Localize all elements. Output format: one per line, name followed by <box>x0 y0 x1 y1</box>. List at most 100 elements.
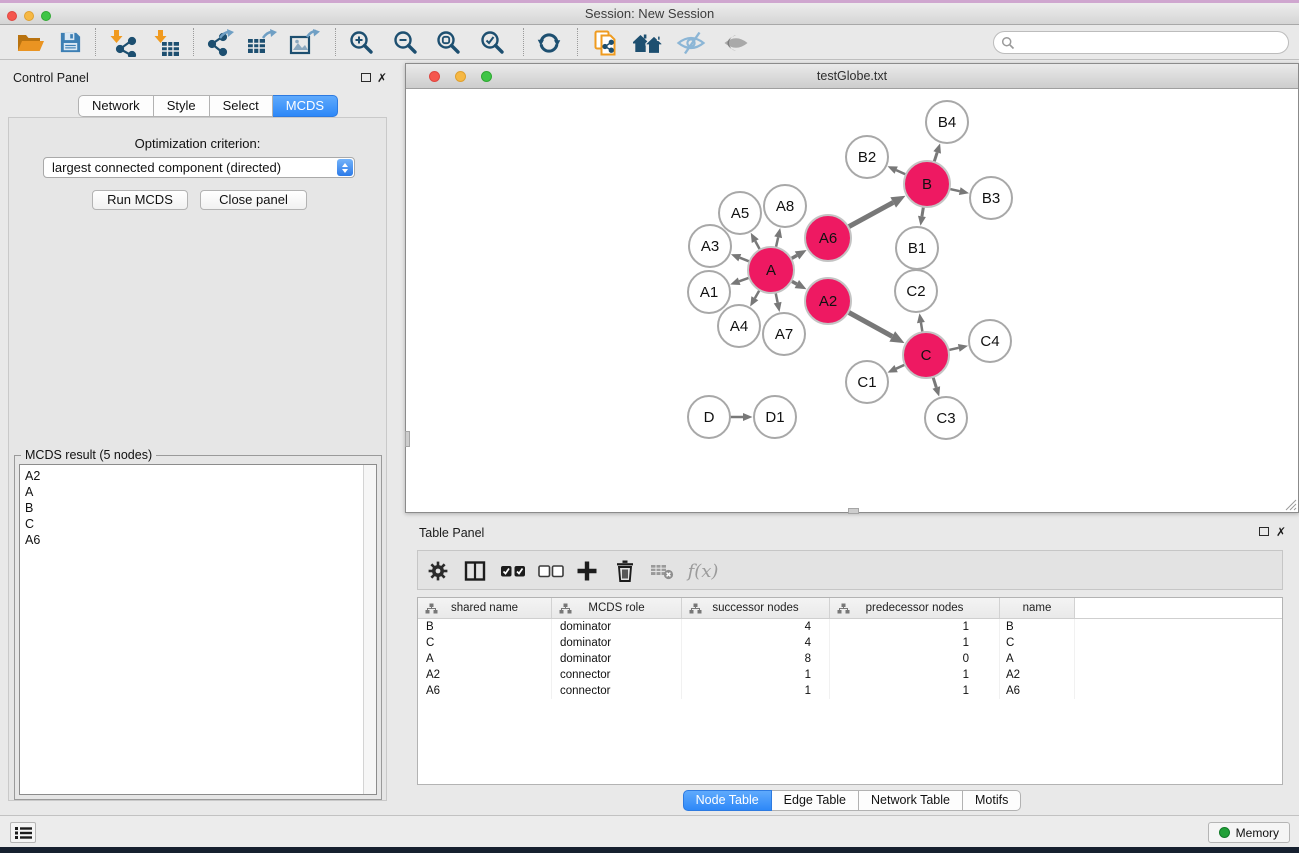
node-label-D: D <box>704 409 715 426</box>
open-session-icon[interactable] <box>10 26 50 59</box>
close-table-panel-icon[interactable]: ✗ <box>1276 526 1286 538</box>
table-cell[interactable]: 1 <box>682 667 830 683</box>
result-list-scrollbar[interactable] <box>363 465 376 794</box>
save-session-icon[interactable] <box>50 26 90 59</box>
zoom-in-icon[interactable] <box>341 26 381 59</box>
delete-column-trash-icon[interactable] <box>608 555 642 587</box>
network-canvas[interactable]: AA1A2A3A4A5A6A7A8BB1B2B3B4CC1C2C3C4DD1 <box>406 89 1298 512</box>
table-cell[interactable]: B <box>1000 619 1075 635</box>
table-cell[interactable]: dominator <box>552 635 682 651</box>
mcds-result-item[interactable]: A <box>25 484 371 500</box>
criterion-dropdown[interactable]: largest connected component (directed) <box>43 157 355 178</box>
column-header-name[interactable]: name <box>1000 598 1075 618</box>
refresh-icon[interactable] <box>529 26 569 59</box>
table-cell[interactable]: A2 <box>418 667 552 683</box>
table-row[interactable]: Bdominator41B <box>418 619 1282 635</box>
zoom-selected-icon[interactable] <box>472 26 512 59</box>
mcds-result-item[interactable]: C <box>25 516 371 532</box>
table-cell[interactable]: A2 <box>1000 667 1075 683</box>
hide-graphics-details-icon[interactable] <box>671 26 711 59</box>
tab-node-table[interactable]: Node Table <box>683 790 772 811</box>
table-cell[interactable]: C <box>1000 635 1075 651</box>
arrowhead-A-A8 <box>774 228 782 238</box>
table-cell[interactable]: 1 <box>682 683 830 699</box>
table-settings-gear-icon[interactable] <box>421 555 455 587</box>
close-panel-button[interactable]: Close panel <box>200 190 307 210</box>
mcds-result-item[interactable]: A6 <box>25 532 371 548</box>
table-cell[interactable]: dominator <box>552 651 682 667</box>
tab-mcds[interactable]: MCDS <box>273 95 338 117</box>
column-header-predecessor-nodes[interactable]: predecessor nodes <box>830 598 1000 618</box>
network-window-titlebar[interactable]: testGlobe.txt <box>406 64 1298 89</box>
column-header-shared-name[interactable]: shared name <box>418 598 552 618</box>
function-builder-icon[interactable]: f(x) <box>686 555 720 587</box>
float-table-panel-button[interactable] <box>1259 527 1269 536</box>
home-icon[interactable] <box>628 26 668 59</box>
splitter-handle[interactable] <box>848 508 859 514</box>
select-all-icon[interactable] <box>496 555 530 587</box>
import-network-icon[interactable] <box>102 26 142 59</box>
table-row[interactable]: A6connector11A6 <box>418 683 1282 699</box>
table-cell[interactable]: 1 <box>830 619 1000 635</box>
table-cell[interactable]: C <box>418 635 552 651</box>
mcds-result-list[interactable]: A2ABCA6 <box>19 464 377 795</box>
table-cell[interactable]: 1 <box>830 683 1000 699</box>
table-cell[interactable]: B <box>418 619 552 635</box>
table-row[interactable]: Cdominator41C <box>418 635 1282 651</box>
table-cell[interactable]: A6 <box>1000 683 1075 699</box>
memory-button[interactable]: Memory <box>1208 822 1290 843</box>
cytoscape-main-window: Session: New Session <box>0 0 1299 853</box>
table-cell[interactable]: A6 <box>418 683 552 699</box>
network-graph[interactable]: AA1A2A3A4A5A6A7A8BB1B2B3B4CC1C2C3C4DD1 <box>406 89 1298 512</box>
table-cell[interactable]: 0 <box>830 651 1000 667</box>
tab-style[interactable]: Style <box>154 95 210 117</box>
table-cell[interactable]: connector <box>552 667 682 683</box>
mcds-result-item[interactable]: A2 <box>25 468 371 484</box>
table-row[interactable]: A2connector11A2 <box>418 667 1282 683</box>
tab-select[interactable]: Select <box>210 95 273 117</box>
table-cell[interactable]: A <box>418 651 552 667</box>
table-cell[interactable]: dominator <box>552 619 682 635</box>
zoom-out-icon[interactable] <box>385 26 425 59</box>
column-header-mcds-role[interactable]: MCDS role <box>552 598 682 618</box>
tab-motifs[interactable]: Motifs <box>963 790 1021 811</box>
show-column-icon[interactable] <box>458 555 492 587</box>
add-column-icon[interactable] <box>570 555 604 587</box>
table-cell[interactable]: A <box>1000 651 1075 667</box>
column-header-successor-nodes[interactable]: successor nodes <box>682 598 830 618</box>
node-label-C1: C1 <box>857 374 876 391</box>
clone-network-icon[interactable] <box>586 26 626 59</box>
show-graphics-details-icon[interactable] <box>716 26 756 59</box>
close-panel-icon[interactable]: ✗ <box>377 72 387 84</box>
window-title: Session: New Session <box>0 6 1299 21</box>
deselect-all-icon[interactable] <box>534 555 568 587</box>
tab-network[interactable]: Network <box>78 95 154 117</box>
resize-grip-icon[interactable] <box>1283 497 1297 511</box>
search-input[interactable] <box>1015 34 1288 52</box>
export-network-icon[interactable] <box>200 26 240 59</box>
mcds-result-item[interactable]: B <box>25 500 371 516</box>
tab-network-table[interactable]: Network Table <box>859 790 963 811</box>
table-row[interactable]: Adominator80A <box>418 651 1282 667</box>
export-image-icon[interactable] <box>284 26 324 59</box>
export-table-icon[interactable] <box>241 26 281 59</box>
table-cell[interactable]: 4 <box>682 619 830 635</box>
float-panel-button[interactable] <box>361 73 371 82</box>
table-cell[interactable]: 4 <box>682 635 830 651</box>
memory-button-label: Memory <box>1236 826 1279 840</box>
zoom-fit-icon[interactable] <box>428 26 468 59</box>
tab-edge-table[interactable]: Edge Table <box>772 790 859 811</box>
node-label-C2: C2 <box>906 283 925 300</box>
delete-table-icon[interactable] <box>645 555 679 587</box>
table-cell[interactable]: 8 <box>682 651 830 667</box>
node-label-A7: A7 <box>775 326 793 343</box>
task-history-button[interactable] <box>10 822 36 843</box>
tree-icon <box>425 603 438 614</box>
table-cell[interactable]: connector <box>552 683 682 699</box>
import-table-icon[interactable] <box>146 26 186 59</box>
splitter-handle[interactable] <box>405 431 410 447</box>
run-mcds-button[interactable]: Run MCDS <box>92 190 188 210</box>
table-cell[interactable]: 1 <box>830 667 1000 683</box>
table-cell[interactable]: 1 <box>830 635 1000 651</box>
arrowhead-A-A7 <box>774 302 782 312</box>
